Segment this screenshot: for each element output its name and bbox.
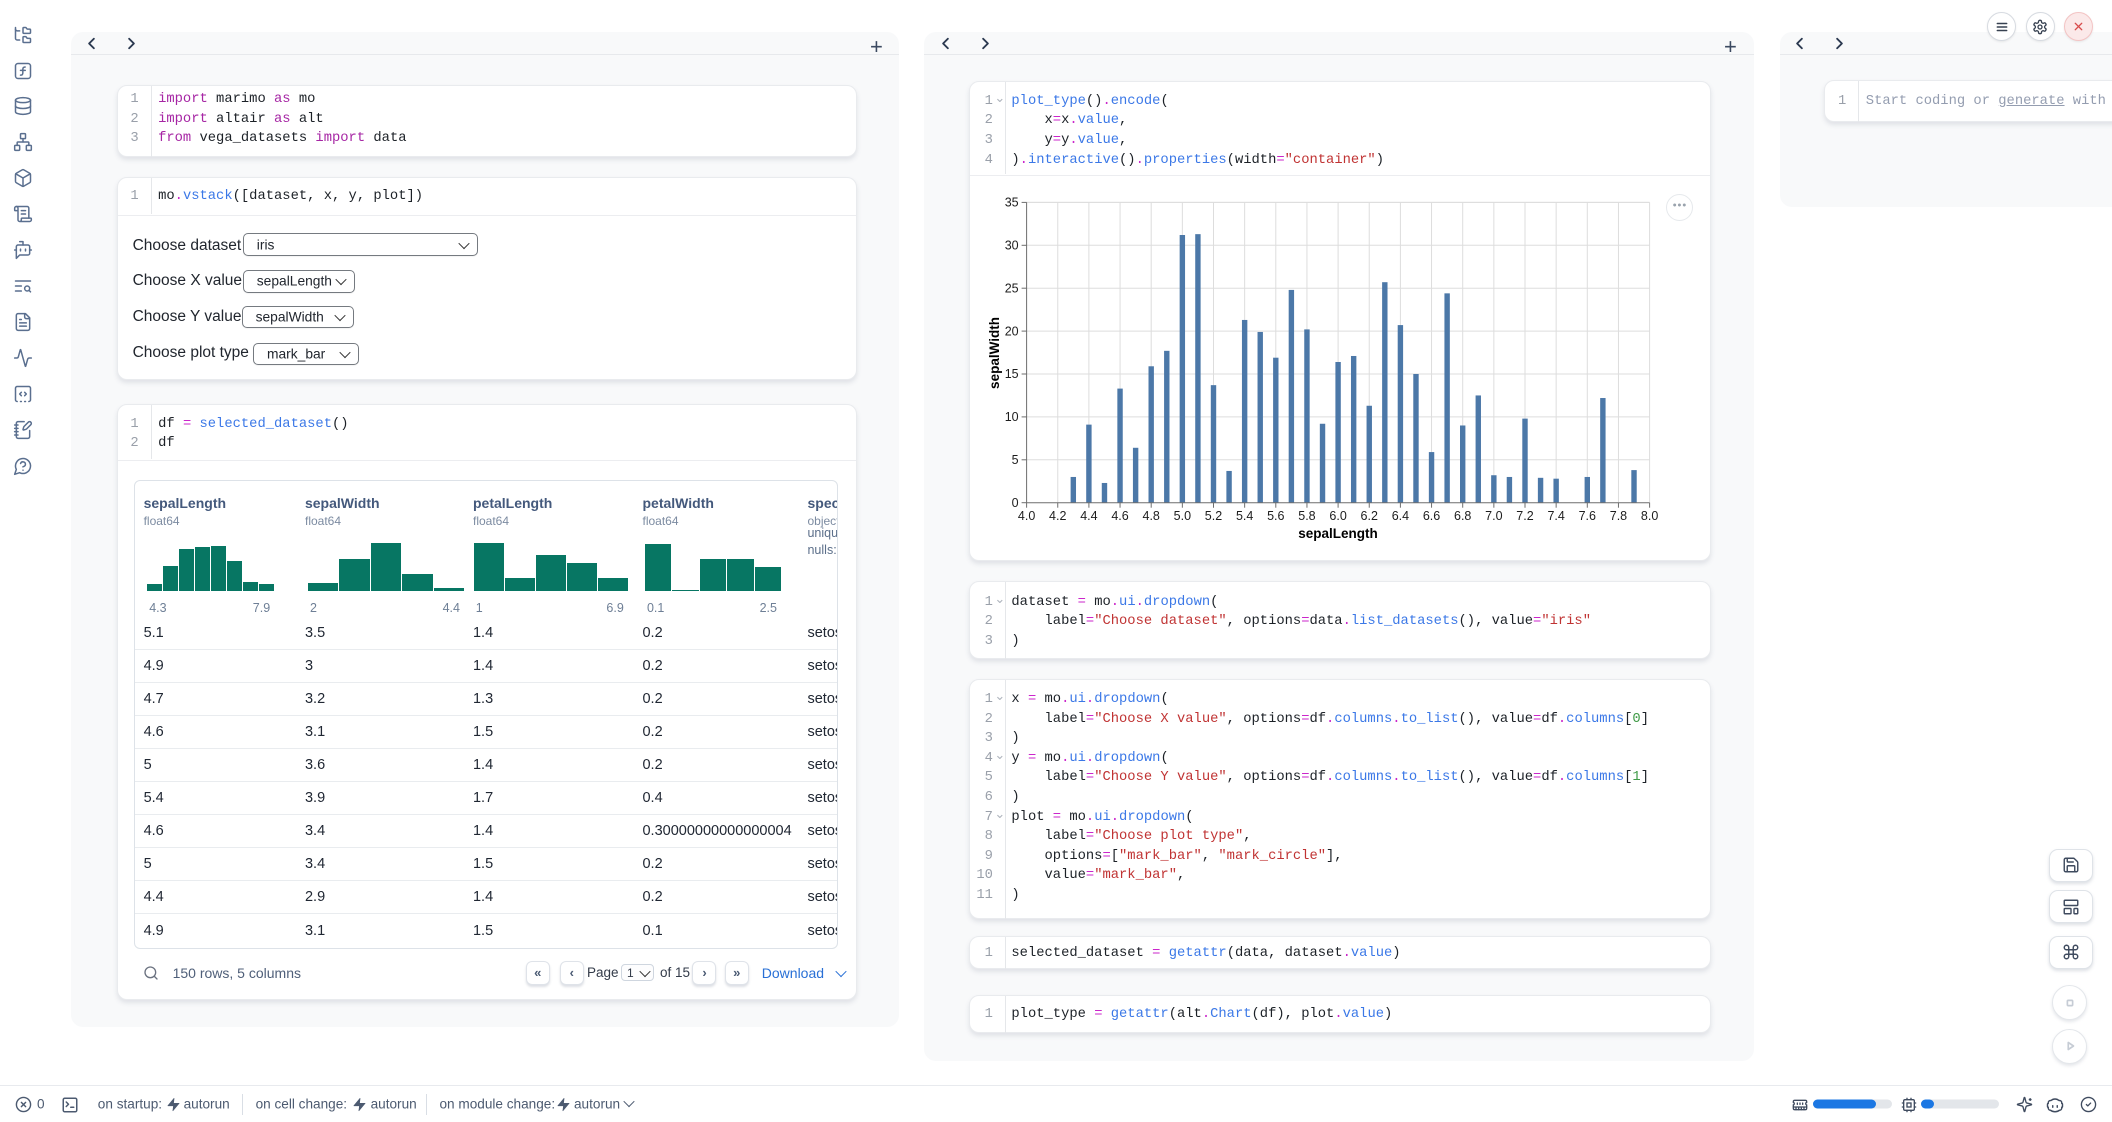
svg-text:35: 35: [1005, 196, 1019, 210]
svg-text:25: 25: [1005, 281, 1019, 295]
svg-text:4.6: 4.6: [1111, 509, 1128, 523]
svg-text:5.4: 5.4: [1236, 509, 1253, 523]
svg-text:4.2: 4.2: [1049, 509, 1066, 523]
svg-text:6.2: 6.2: [1360, 509, 1377, 523]
svg-text:6.6: 6.6: [1423, 509, 1440, 523]
svg-text:10: 10: [1005, 410, 1019, 424]
svg-text:5.8: 5.8: [1298, 509, 1315, 523]
svg-text:5.6: 5.6: [1267, 509, 1284, 523]
svg-text:8.0: 8.0: [1641, 509, 1658, 523]
svg-text:sepalWidth: sepalWidth: [987, 317, 1002, 389]
svg-text:30: 30: [1005, 239, 1019, 253]
svg-text:6.8: 6.8: [1454, 509, 1471, 523]
svg-text:7.6: 7.6: [1578, 509, 1595, 523]
svg-text:sepalLength: sepalLength: [1298, 526, 1378, 541]
svg-text:15: 15: [1005, 367, 1019, 381]
svg-text:6.0: 6.0: [1329, 509, 1346, 523]
svg-text:4.8: 4.8: [1142, 509, 1159, 523]
svg-text:5: 5: [1012, 453, 1019, 467]
svg-text:7.8: 7.8: [1610, 509, 1627, 523]
svg-text:7.4: 7.4: [1547, 509, 1564, 523]
svg-text:4.0: 4.0: [1018, 509, 1035, 523]
svg-text:5.2: 5.2: [1205, 509, 1222, 523]
svg-text:0: 0: [1012, 496, 1019, 510]
svg-text:4.4: 4.4: [1080, 509, 1097, 523]
svg-text:7.2: 7.2: [1516, 509, 1533, 523]
svg-text:5.0: 5.0: [1174, 509, 1191, 523]
svg-text:20: 20: [1005, 324, 1019, 338]
svg-text:7.0: 7.0: [1485, 509, 1502, 523]
svg-text:6.4: 6.4: [1392, 509, 1409, 523]
